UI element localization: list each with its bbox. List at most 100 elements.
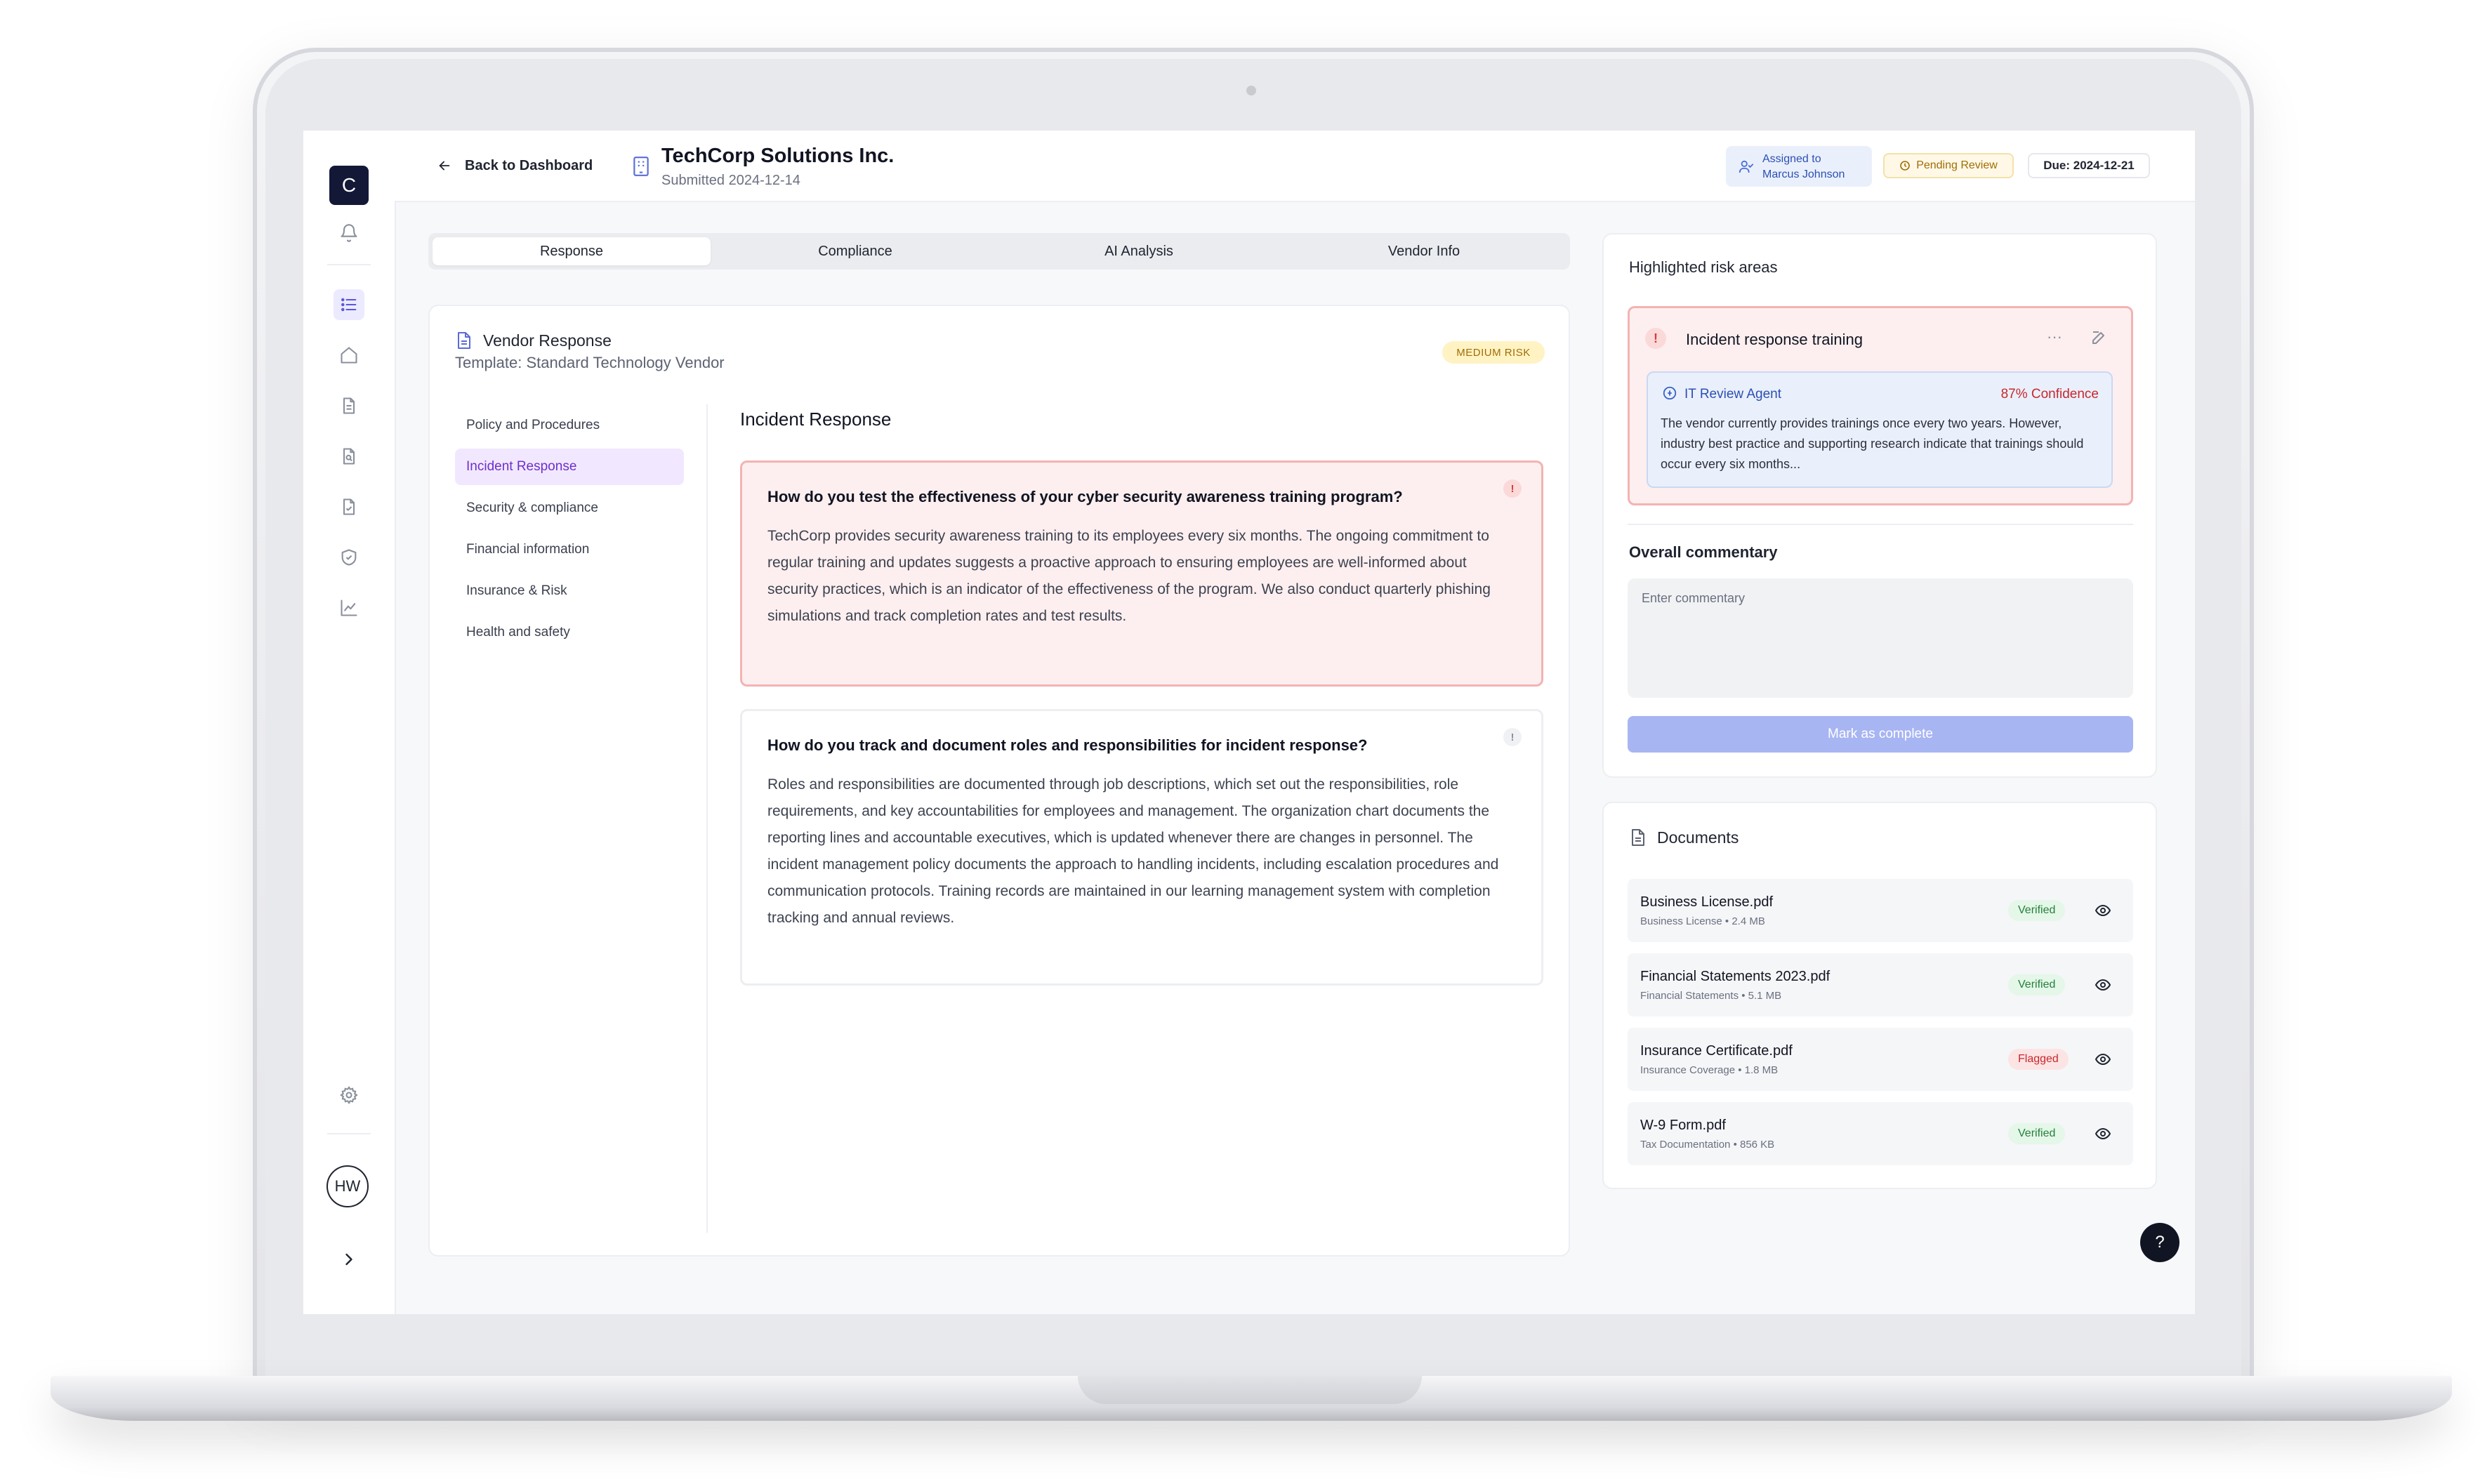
section-title: Incident Response: [740, 409, 892, 430]
documents-title: Documents: [1657, 828, 1739, 847]
tab-compliance[interactable]: Compliance: [716, 237, 994, 265]
vendor-response-card: Vendor Response Template: Standard Techn…: [428, 305, 1570, 1257]
question-text: How do you track and document roles and …: [767, 736, 1368, 754]
template-label: Template: Standard Technology Vendor: [455, 354, 725, 371]
header: Back to Dashboard TechCorp Solutions Inc…: [395, 131, 2195, 202]
answer-text: Roles and responsibilities are documente…: [767, 776, 1499, 926]
risk-card[interactable]: ! Incident response training ··· IT Revi…: [1628, 306, 2133, 505]
eye-icon[interactable]: [2094, 1051, 2112, 1068]
clock-icon: [1900, 161, 1910, 171]
laptop-notch: [1078, 1376, 1422, 1404]
document-name: Financial Statements 2023.pdf: [1640, 969, 1831, 984]
commentary-input[interactable]: [1628, 578, 2133, 698]
document-row[interactable]: Insurance Certificate.pdf Insurance Cove…: [1628, 1028, 2133, 1091]
help-button[interactable]: ?: [2140, 1223, 2179, 1262]
document-name: Business License.pdf: [1640, 894, 1774, 910]
list-icon[interactable]: [334, 289, 364, 320]
status-badge: Pending Review: [1883, 153, 2014, 178]
ai-agent-finding: IT Review Agent 87% Confidence The vendo…: [1647, 371, 2113, 488]
section-nav: Policy and Procedures Incident Response …: [455, 407, 684, 656]
eye-icon[interactable]: [2094, 1125, 2112, 1142]
document-row[interactable]: Business License.pdf Business License • …: [1628, 879, 2133, 942]
tab-vendor-info[interactable]: Vendor Info: [1285, 237, 1563, 265]
status-badge: Verified: [2008, 974, 2066, 995]
company-name: TechCorp Solutions Inc.: [661, 145, 895, 167]
status-badge: Verified: [2008, 1123, 2066, 1144]
question-card[interactable]: How do you track and document roles and …: [740, 709, 1543, 986]
camera: [1246, 86, 1256, 95]
file-text-icon: [458, 332, 470, 349]
status-text: Pending Review: [1916, 159, 1998, 171]
commentary-title: Overall commentary: [1629, 543, 1778, 561]
home-icon[interactable]: [334, 340, 364, 371]
chart-line-icon[interactable]: [334, 592, 364, 623]
user-check-icon: [1739, 160, 1754, 173]
risk-areas-panel: Highlighted risk areas ! Incident respon…: [1602, 233, 2157, 778]
bell-icon[interactable]: [334, 218, 364, 249]
documents-panel: Documents Business License.pdf Business …: [1602, 802, 2157, 1189]
sidebar: C HW: [303, 131, 396, 1314]
risk-panel-title: Highlighted risk areas: [1629, 258, 1778, 276]
eye-icon[interactable]: [2094, 902, 2112, 919]
status-badge: Flagged: [2008, 1049, 2069, 1070]
nav-item-security-compliance[interactable]: Security & compliance: [455, 490, 684, 526]
panel-divider: [1628, 524, 2133, 525]
risk-level-badge: MEDIUM RISK: [1442, 341, 1545, 364]
due-date-badge: Due: 2024-12-21: [2028, 153, 2150, 178]
shield-icon[interactable]: [334, 542, 364, 573]
sidebar-separator: [327, 1133, 371, 1134]
document-meta: Business License • 2.4 MB: [1640, 915, 1765, 927]
avatar[interactable]: HW: [327, 1165, 369, 1207]
nav-item-policy-and-procedures[interactable]: Policy and Procedures: [455, 407, 684, 444]
tab-ai-analysis[interactable]: AI Analysis: [1000, 237, 1278, 265]
assigned-name: Marcus Johnson: [1762, 168, 1845, 180]
vendor-response-title: Vendor Response: [483, 331, 612, 350]
alert-icon: !: [1645, 328, 1666, 349]
nav-item-incident-response[interactable]: Incident Response: [455, 449, 684, 485]
question-card-flagged[interactable]: How do you test the effectiveness of you…: [740, 461, 1543, 687]
mark-complete-button[interactable]: Mark as complete: [1628, 716, 2133, 753]
building-icon: [633, 157, 649, 176]
assigned-to-badge[interactable]: Assigned to Marcus Johnson: [1726, 146, 1872, 187]
back-label: Back to Dashboard: [465, 157, 593, 173]
confidence-score: 87% Confidence: [2000, 387, 2099, 402]
nav-item-health-safety[interactable]: Health and safety: [455, 614, 684, 651]
file-icon[interactable]: [334, 390, 364, 421]
document-meta: Tax Documentation • 856 KB: [1640, 1139, 1775, 1151]
more-options-icon[interactable]: ···: [2047, 328, 2062, 346]
file-text-icon: [1632, 829, 1644, 846]
agent-name: IT Review Agent: [1684, 387, 1782, 402]
file-check-icon[interactable]: [334, 491, 364, 522]
nav-item-financial-information[interactable]: Financial information: [455, 531, 684, 568]
gear-icon[interactable]: [334, 1080, 364, 1111]
document-row[interactable]: W-9 Form.pdf Tax Documentation • 856 KB …: [1628, 1102, 2133, 1165]
assigned-label: Assigned to: [1762, 153, 1821, 165]
app-logo[interactable]: C: [329, 166, 369, 205]
back-to-dashboard-button[interactable]: Back to Dashboard: [437, 150, 593, 181]
alert-icon: !: [1503, 479, 1522, 498]
sidebar-separator: [327, 264, 371, 265]
status-badge: Verified: [2008, 900, 2066, 921]
risk-card-title: Incident response training: [1686, 331, 1863, 348]
tab-bar: Response Compliance AI Analysis Vendor I…: [428, 233, 1570, 270]
edit-icon[interactable]: [2090, 329, 2107, 346]
file-search-icon[interactable]: [334, 441, 364, 472]
document-row[interactable]: Financial Statements 2023.pdf Financial …: [1628, 953, 2133, 1016]
eye-icon[interactable]: [2094, 976, 2112, 993]
app-screen: C HW Back to Dashboard TechCorp Solution…: [303, 131, 2195, 1314]
arrow-left-icon: [439, 161, 450, 171]
question-text: How do you test the effectiveness of you…: [767, 488, 1403, 505]
nav-item-insurance-risk[interactable]: Insurance & Risk: [455, 573, 684, 609]
document-name: Insurance Certificate.pdf: [1640, 1043, 1793, 1059]
answer-text: TechCorp provides security awareness tra…: [767, 528, 1491, 624]
agent-finding-text: The vendor currently provides trainings …: [1661, 416, 2084, 471]
nav-divider: [706, 404, 708, 1233]
document-name: W-9 Form.pdf: [1640, 1118, 1726, 1133]
document-meta: Insurance Coverage • 1.8 MB: [1640, 1064, 1779, 1076]
info-circle-icon: [1663, 386, 1677, 400]
tab-response[interactable]: Response: [433, 237, 711, 265]
chevron-right-icon[interactable]: [334, 1244, 364, 1275]
alert-icon: !: [1503, 728, 1522, 746]
submitted-date: Submitted 2024-12-14: [661, 173, 800, 188]
document-meta: Financial Statements • 5.1 MB: [1640, 990, 1782, 1002]
